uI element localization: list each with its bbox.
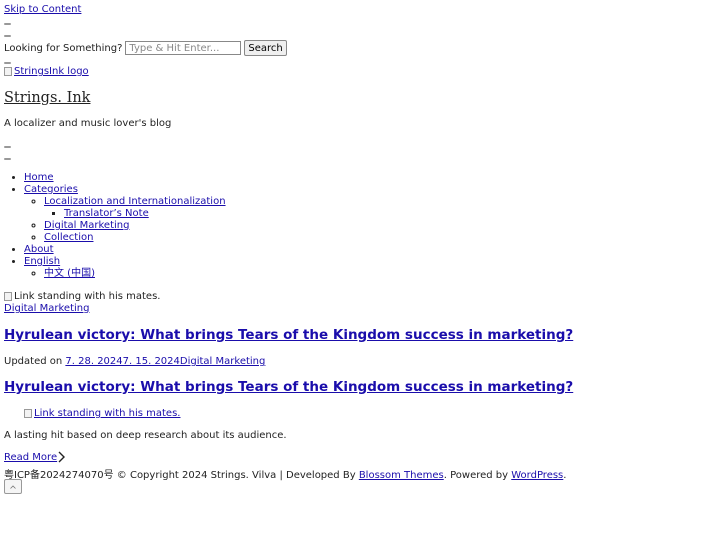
post-image-link-alt: Link standing with his mates. <box>34 408 181 419</box>
post-image-link[interactable]: Link standing with his mates. <box>24 408 180 419</box>
post-excerpt: A lasting hit based on deep research abo… <box>4 430 287 441</box>
footer-end: . <box>563 470 567 481</box>
menu-toggle-button[interactable] <box>4 23 11 25</box>
nav-link-categories[interactable]: Categories <box>24 184 78 195</box>
site-logo-link[interactable]: StringsInk logo <box>4 66 89 77</box>
read-more-link[interactable]: Read More <box>4 451 66 463</box>
broken-image-icon <box>24 409 32 418</box>
post-featured-image: Link standing with his mates. <box>4 291 160 302</box>
skip-to-content-link[interactable]: Skip to Content <box>4 4 81 15</box>
localization-submenu: Translator’s Note <box>44 208 226 220</box>
nav-item-home: Home <box>24 172 226 184</box>
post-meta: Updated on 7. 28. 20247. 15. 2024Digital… <box>4 356 265 367</box>
blossom-themes-link[interactable]: Blossom Themes <box>359 470 444 481</box>
post-date-link[interactable]: 7. 28. 20247. 15. 2024 <box>65 356 180 367</box>
mobile-menu-close-button[interactable] <box>4 158 11 160</box>
primary-navigation: Home Categories Localization and Interna… <box>4 172 226 280</box>
search-form: Looking for Something? Search <box>4 40 287 56</box>
nav-item-about: About <box>24 244 226 256</box>
categories-submenu: Localization and Internationalization Tr… <box>24 196 226 244</box>
post-title-link-secondary[interactable]: Hyrulean victory: What brings Tears of t… <box>4 379 573 395</box>
nav-item-translators-note: Translator’s Note <box>64 208 226 220</box>
read-more-label: Read More <box>4 451 58 463</box>
mobile-menu-open-button[interactable] <box>4 146 11 148</box>
search-toggle-button[interactable] <box>4 35 11 37</box>
broken-image-icon <box>4 67 12 76</box>
nav-link-english[interactable]: English <box>24 256 60 267</box>
search-button[interactable]: Search <box>244 40 287 56</box>
wordpress-link[interactable]: WordPress <box>511 470 563 481</box>
post-category-link[interactable]: Digital Marketing <box>4 303 89 314</box>
updated-label: Updated on <box>4 356 63 367</box>
footer-copyright: © Copyright 2024 Strings. Vilva | Develo… <box>116 470 356 481</box>
post-title-link[interactable]: Hyrulean victory: What brings Tears of t… <box>4 327 573 343</box>
search-close-button[interactable] <box>4 62 11 64</box>
search-label: Looking for Something? <box>4 42 123 54</box>
chevron-up-icon <box>10 484 16 489</box>
nav-link-about[interactable]: About <box>24 244 54 255</box>
nav-link-localization[interactable]: Localization and Internationalization <box>44 196 226 207</box>
chevron-right-icon <box>58 451 66 463</box>
nav-item-categories: Categories Localization and Internationa… <box>24 184 226 244</box>
nav-item-chinese: 中文 (中国) <box>44 268 226 280</box>
post-meta-category-link[interactable]: Digital Marketing <box>180 356 265 367</box>
footer-powered-text: . Powered by <box>443 470 509 481</box>
broken-image-icon <box>4 292 12 301</box>
search-input[interactable] <box>125 41 242 55</box>
back-to-top-button[interactable] <box>4 479 22 494</box>
nav-link-collection[interactable]: Collection <box>44 232 93 243</box>
nav-link-home[interactable]: Home <box>24 172 54 183</box>
nav-link-chinese[interactable]: 中文 (中国) <box>44 268 95 279</box>
nav-link-translators-note[interactable]: Translator’s Note <box>64 208 149 219</box>
site-title[interactable]: Strings. Ink <box>4 90 90 106</box>
nav-item-digital-marketing: Digital Marketing <box>44 220 226 232</box>
nav-item-collection: Collection <box>44 232 226 244</box>
nav-item-localization: Localization and Internationalization Tr… <box>44 196 226 220</box>
site-tagline: A localizer and music lover's blog <box>4 118 172 129</box>
nav-link-digital-marketing[interactable]: Digital Marketing <box>44 220 129 231</box>
post-image-alt: Link standing with his mates. <box>14 291 161 302</box>
nav-item-english: English 中文 (中国) <box>24 256 226 280</box>
language-submenu: 中文 (中国) <box>24 268 226 280</box>
site-logo-alt: StringsInk logo <box>14 66 89 77</box>
site-footer: 粤ICP备2024274070号 © Copyright 2024 String… <box>4 466 566 481</box>
